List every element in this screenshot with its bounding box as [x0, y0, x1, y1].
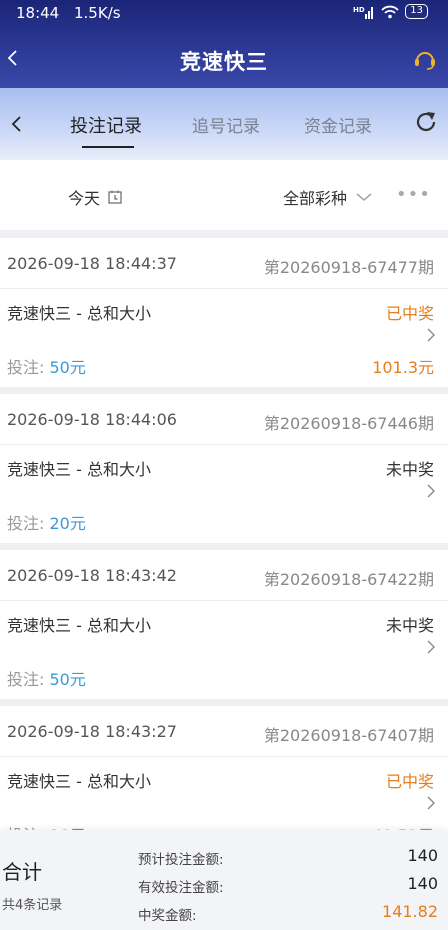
chevron-right-icon[interactable]: [426, 795, 436, 811]
expected-label: 预计投注金额:: [138, 852, 224, 868]
battery-icon: 13: [405, 4, 428, 19]
status-time: 18:44: [16, 4, 60, 22]
filter-bar: 今天 全部彩种 •••: [0, 160, 448, 230]
tab-back-icon[interactable]: [10, 112, 28, 136]
title-bar: 竞速快三: [0, 38, 448, 82]
status-net-speed: 1.5K/s: [74, 4, 121, 22]
tab-chase-records[interactable]: 追号记录: [192, 112, 260, 137]
record-issue: 第20260918-67407期: [263, 726, 434, 745]
record-date: 2026-09-18 18:43:27: [7, 722, 177, 741]
chevron-right-icon[interactable]: [426, 327, 436, 343]
valid-value: 140: [407, 874, 438, 893]
record-bet: 投注: 20元: [7, 510, 86, 534]
bet-amount: 50元: [49, 670, 86, 689]
divider: [0, 288, 448, 289]
status-bar: 18:44 1.5K/s HD 13: [0, 0, 448, 26]
valid-label: 有效投注金额:: [138, 880, 224, 896]
record-date: 2026-09-18 18:44:06: [7, 410, 177, 429]
record-result: 未中奖: [385, 460, 434, 479]
refresh-icon[interactable]: [412, 108, 440, 136]
win-value: 141.82: [382, 902, 438, 921]
page-title: 竞速快三: [180, 50, 268, 74]
bet-label: 投注:: [7, 670, 45, 689]
tab-bar: 投注记录 追号记录 资金记录: [0, 88, 448, 160]
record-result: 未中奖: [385, 616, 434, 635]
bet-amount: 50元: [49, 358, 86, 377]
active-tab-indicator: [82, 146, 134, 148]
bet-label: 投注:: [7, 358, 45, 377]
customer-service-icon[interactable]: [412, 46, 438, 72]
summary-valid-row: 有效投注金额: 140: [138, 874, 438, 896]
record-game: 竞速快三 - 总和大小: [7, 460, 151, 479]
chevron-down-icon: [356, 193, 372, 201]
win-label: 中奖金额:: [138, 908, 197, 924]
signal-icon: HD: [353, 5, 375, 19]
calendar-icon: [108, 190, 122, 204]
svg-text:HD: HD: [353, 6, 365, 14]
date-filter-label: 今天: [68, 189, 101, 208]
status-icons: HD 13: [353, 4, 428, 19]
record-game: 竞速快三 - 总和大小: [7, 304, 151, 323]
record-card[interactable]: 2026-09-18 18:44:37 第20260918-67477期 竞速快…: [0, 238, 448, 387]
record-issue: 第20260918-67446期: [263, 414, 434, 433]
bet-label: 投注:: [7, 514, 45, 533]
record-issue: 第20260918-67422期: [263, 570, 434, 589]
date-filter[interactable]: 今天: [68, 185, 122, 209]
record-date: 2026-09-18 18:43:42: [7, 566, 177, 585]
divider: [0, 600, 448, 601]
record-bet: 投注: 50元: [7, 354, 86, 378]
record-bet: 投注: 50元: [7, 666, 86, 690]
record-result: 已中奖: [385, 304, 434, 323]
app-header: 18:44 1.5K/s HD 13 竞速快三: [0, 0, 448, 88]
record-issue: 第20260918-67477期: [263, 258, 434, 277]
wifi-icon: [381, 5, 399, 19]
summary-total-label: 合计: [2, 860, 42, 884]
chevron-right-icon[interactable]: [426, 639, 436, 655]
record-date: 2026-09-18 18:44:37: [7, 254, 177, 273]
lottery-kind-label: 全部彩种: [283, 189, 348, 208]
record-game: 竞速快三 - 总和大小: [7, 616, 151, 635]
bet-amount: 20元: [49, 514, 86, 533]
divider: [0, 756, 448, 757]
record-prize: 101.3元: [372, 358, 434, 377]
record-card[interactable]: 2026-09-18 18:43:42 第20260918-67422期 竞速快…: [0, 550, 448, 699]
divider: [0, 444, 448, 445]
lottery-kind-filter[interactable]: 全部彩种: [283, 185, 373, 209]
tab-bet-records[interactable]: 投注记录: [70, 112, 142, 138]
summary-expected-row: 预计投注金额: 140: [138, 846, 438, 868]
record-game: 竞速快三 - 总和大小: [7, 772, 151, 791]
tab-fund-records[interactable]: 资金记录: [304, 112, 372, 137]
more-icon[interactable]: •••: [396, 184, 431, 205]
chevron-right-icon[interactable]: [426, 483, 436, 499]
summary-win-row: 中奖金额: 141.82: [138, 902, 438, 924]
record-result: 已中奖: [385, 772, 434, 791]
record-card[interactable]: 2026-09-18 18:44:06 第20260918-67446期 竞速快…: [0, 394, 448, 543]
summary-footer: 合计 共4条记录 预计投注金额: 140 有效投注金额: 140 中奖金额: 1…: [0, 830, 448, 930]
summary-count: 共4条记录: [2, 898, 63, 913]
expected-value: 140: [407, 846, 438, 865]
